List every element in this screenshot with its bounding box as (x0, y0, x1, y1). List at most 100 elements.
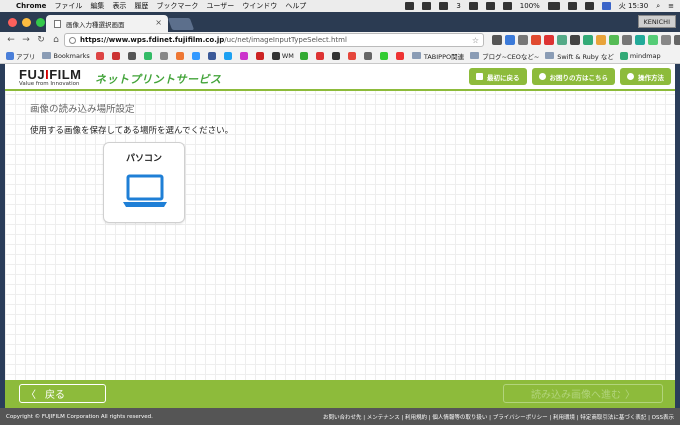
battery-icon[interactable] (547, 2, 560, 10)
bookmark-icon-item[interactable] (363, 51, 374, 60)
extension-icon[interactable] (518, 35, 528, 45)
bookmark-apps[interactable]: アプリ (6, 51, 36, 61)
extension-icon[interactable] (570, 35, 580, 45)
close-window-button[interactable] (8, 18, 17, 27)
extension-icon[interactable] (505, 35, 515, 45)
home-icon[interactable]: ⌂ (52, 35, 60, 45)
extension-icon[interactable] (544, 35, 554, 45)
extension-icon[interactable] (622, 35, 632, 45)
bookmark-icon-item[interactable] (379, 51, 390, 60)
bookmark-icon-item[interactable] (159, 51, 170, 60)
bookmark-icon-item[interactable] (395, 51, 406, 60)
source-option-pc[interactable]: パソコン (103, 142, 185, 223)
bookmark-icon-item[interactable] (191, 51, 202, 60)
bookmark-icon-item[interactable] (347, 51, 358, 60)
next-button-disabled[interactable]: 読み込み画像へ進む 〉 (503, 384, 663, 403)
extension-icon[interactable] (492, 35, 502, 45)
bookmark-folder-tabippo[interactable]: TABIPPO関連 (411, 51, 465, 61)
macos-menubar: Chrome ファイル 編集 表示 履歴 ブックマーク ユーザー ウインドウ ヘ… (0, 0, 680, 12)
bookmark-folder-bookmarks[interactable]: Bookmarks (41, 51, 90, 60)
bookmark-favicon-icon (379, 51, 388, 60)
back-button-label: 戻る (45, 390, 65, 401)
menu-edit[interactable]: 編集 (90, 1, 104, 11)
bookmark-icon-item[interactable] (299, 51, 310, 60)
bookmark-favicon-icon (255, 51, 264, 60)
menu-app-name[interactable]: Chrome (16, 2, 46, 10)
sync-icon[interactable] (502, 2, 512, 10)
laptop-icon (123, 174, 167, 207)
bookmark-icon-item[interactable] (207, 51, 218, 60)
menu-window[interactable]: ウインドウ (242, 1, 277, 11)
site-footer: Copyright © FUJIFILM Corporation All rig… (0, 408, 680, 425)
extension-icon[interactable] (648, 35, 658, 45)
forward-arrow-icon[interactable]: → (22, 35, 30, 45)
chrome-menu-icon[interactable] (674, 35, 680, 45)
evernote-icon[interactable] (405, 2, 415, 10)
brand-suffix: FILM (49, 67, 82, 82)
extension-icon[interactable] (635, 35, 645, 45)
menu-view[interactable]: 表示 (112, 1, 126, 11)
bookmark-icon-item[interactable] (143, 51, 154, 60)
wifi-icon[interactable] (567, 2, 577, 10)
bookmark-icon-item[interactable] (95, 51, 106, 60)
zoom-window-button[interactable] (36, 18, 45, 27)
site-info-icon[interactable] (69, 36, 76, 44)
extension-icon[interactable] (557, 35, 567, 45)
browser-tab-active[interactable]: 画像入力種選択画面 × (46, 15, 168, 32)
bookmark-folder-blog[interactable]: ブログ~CEOなど~ (470, 51, 539, 61)
extension-icon[interactable] (531, 35, 541, 45)
home-button[interactable]: 最初に戻る (469, 68, 527, 85)
bookmark-icon-item[interactable] (127, 51, 138, 60)
menu-help[interactable]: ヘルプ (285, 1, 306, 11)
minimize-window-button[interactable] (22, 18, 31, 27)
bookmark-icon-item[interactable] (315, 51, 326, 60)
menu-bookmarks[interactable]: ブックマーク (156, 1, 198, 11)
spotlight-icon[interactable]: ⌕ (656, 2, 660, 11)
back-arrow-icon[interactable]: ← (7, 35, 15, 45)
menubar-status-area: 3 100% 火 15:30 ⌕ ≡ (405, 0, 674, 12)
profile-button[interactable]: KENICHI (637, 15, 676, 28)
tab-strip: 画像入力種選択画面 × KENICHI (0, 12, 680, 32)
help-button[interactable]: お困りの方はこちら (531, 68, 615, 85)
bookmark-icon-item[interactable] (111, 51, 122, 60)
address-bar[interactable]: https://www.wps.fdinet.fujifilm.co.jp/uc… (64, 33, 484, 47)
apps-grid-icon (6, 51, 14, 60)
menubar-clock[interactable]: 火 15:30 (619, 1, 648, 11)
new-tab-button[interactable] (167, 18, 195, 30)
input-source-icon[interactable] (601, 2, 611, 10)
question-icon (538, 73, 546, 80)
extension-icon[interactable] (661, 35, 671, 45)
bookmark-icon-item[interactable] (175, 51, 186, 60)
bookmark-mindmap[interactable]: mindmap (619, 51, 661, 60)
menu-file[interactable]: ファイル (54, 1, 82, 11)
bookmark-icon-item[interactable] (255, 51, 266, 60)
bookmark-label: アプリ (16, 52, 36, 61)
bookmark-icon-item[interactable] (223, 51, 234, 60)
extension-icon[interactable] (596, 35, 606, 45)
bookmark-label: Bookmarks (53, 51, 90, 60)
footer-links[interactable]: お問い合わせ先 | メンテナンス | 利用規約 | 個人情報等の取り扱い | プ… (323, 413, 674, 421)
extension-icon[interactable] (583, 35, 593, 45)
back-button[interactable]: 〈 戻る (19, 384, 106, 403)
menu-history[interactable]: 履歴 (134, 1, 148, 11)
folder-icon (41, 52, 51, 59)
howto-button-label: 操作方法 (638, 73, 664, 82)
bookmark-label: TABIPPO関連 (423, 52, 465, 61)
dropbox-icon[interactable] (422, 2, 432, 10)
volume-icon[interactable] (584, 2, 594, 10)
notification-center-icon[interactable]: ≡ (668, 2, 674, 10)
tab-close-icon[interactable]: × (155, 18, 162, 27)
menu-user[interactable]: ユーザー (206, 1, 234, 11)
extension-icon[interactable] (609, 35, 619, 45)
bookmark-icon-item[interactable] (331, 51, 342, 60)
time-machine-icon[interactable] (485, 2, 495, 10)
alert-icon[interactable] (468, 2, 478, 10)
fujifilm-logo[interactable]: FUJIFILM Value from Innovation (19, 67, 82, 87)
reload-icon[interactable]: ↻ (37, 35, 45, 45)
howto-button[interactable]: 操作方法 (620, 68, 671, 85)
bookmark-wm[interactable]: WM (271, 51, 294, 60)
notification-app-icon[interactable] (439, 2, 449, 10)
bookmark-icon-item[interactable] (239, 51, 250, 60)
bookmark-star-icon[interactable]: ☆ (472, 36, 479, 45)
bookmark-folder-swift[interactable]: Swift & Ruby など (545, 51, 614, 61)
